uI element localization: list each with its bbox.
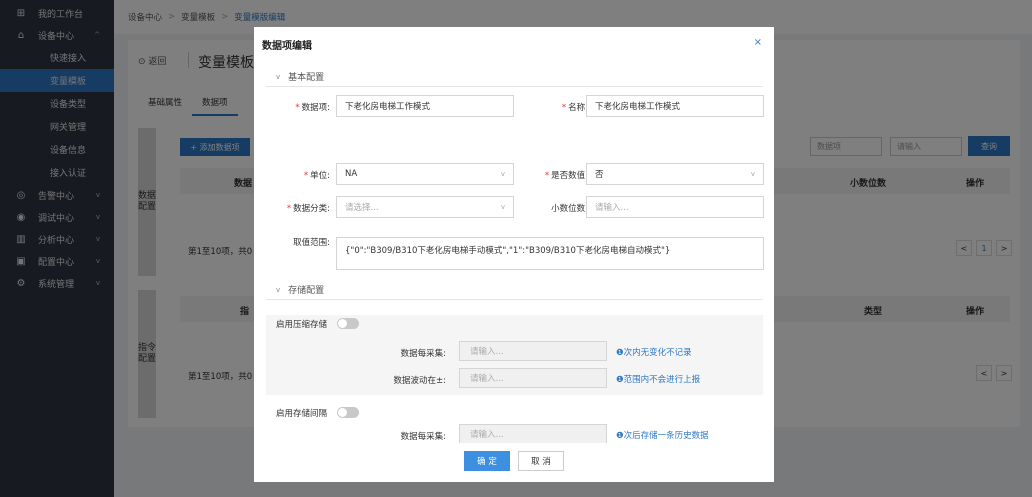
numeric-label: * 是否数值:	[544, 171, 588, 181]
compress-collect-hint: ❶次内无变化不记录	[616, 348, 692, 358]
compress-label: 启用压缩存储	[276, 320, 328, 330]
fluctuation-hint: ❶范围内不会进行上报	[616, 375, 701, 385]
chevron-down-icon: v	[276, 285, 281, 294]
app-root: ⊞ 我的工作台 ⌂ 设备中心 ^ 快速接入 变量模板 设备类型 网关管理 设备信…	[0, 0, 1032, 497]
section-storage-config[interactable]: v 存储配置	[266, 280, 763, 300]
chevron-down-icon: v	[276, 72, 281, 81]
name-input[interactable]: 下老化房电梯工作模式	[586, 95, 764, 117]
dialog-title: 数据项编辑	[262, 40, 312, 52]
range-label: 取值范围:	[293, 238, 330, 248]
item-label-text: 数据项:	[301, 103, 330, 113]
range-textarea[interactable]: {"0":"B309/B310下老化房电梯手动模式","1":"B309/B31…	[336, 237, 764, 270]
chevron-down-icon: v	[500, 170, 505, 178]
interval-collect-hint: ❶次后存储一条历史数据	[616, 431, 709, 441]
close-icon[interactable]: ×	[754, 37, 762, 48]
chevron-down-icon: v	[750, 170, 755, 178]
confirm-button[interactable]: 确 定	[464, 451, 510, 471]
category-placeholder: 请选择...	[345, 203, 379, 213]
interval-label: 启用存储间隔	[276, 409, 328, 419]
numeric-select[interactable]: 否v	[586, 163, 764, 185]
interval-toggle[interactable]	[337, 407, 359, 418]
unit-label: * 单位:	[303, 171, 330, 181]
section-title: 存储配置	[288, 286, 325, 296]
compress-collect-input[interactable]: 请输入...	[459, 341, 607, 361]
unit-label-text: 单位:	[310, 171, 330, 181]
name-label: * 名称:	[561, 103, 588, 113]
section-basic-config[interactable]: v 基本配置	[266, 67, 763, 87]
compress-toggle[interactable]	[337, 318, 359, 329]
unit-select[interactable]: NA v	[336, 163, 514, 185]
unit-value: NA	[345, 169, 358, 179]
numeric-value: 否	[595, 170, 604, 180]
category-label-text: 数据分类:	[293, 204, 330, 214]
decimal-input[interactable]: 请输入...	[586, 196, 764, 218]
cancel-button[interactable]: 取 消	[518, 451, 564, 471]
section-title: 基本配置	[288, 73, 325, 83]
dialog-body: v 基本配置 * 数据项: 下老化房电梯工作模式 * 名称: 下老化房电梯工作模式 …	[254, 61, 774, 443]
category-label: * 数据分类:	[286, 204, 330, 214]
interval-collect-input[interactable]: 请输入...	[459, 424, 607, 443]
numeric-label-text: 是否数值:	[551, 171, 588, 181]
item-label: * 数据项:	[295, 103, 330, 113]
data-item-edit-dialog: 数据项编辑 × v 基本配置 * 数据项: 下老化房电梯工作模式 * 名称: 下老化…	[254, 27, 774, 482]
interval-collect-label: 数据每采集:	[400, 432, 446, 442]
category-select[interactable]: 请选择... v	[336, 196, 514, 218]
fluctuation-input[interactable]: 请输入...	[459, 368, 607, 388]
fluctuation-label: 数据波动在±:	[393, 376, 447, 386]
decimal-label: 小数位数:	[551, 204, 588, 214]
compress-collect-label: 数据每采集:	[400, 349, 446, 359]
dialog-footer: 确 定 取 消	[254, 443, 774, 482]
chevron-down-icon: v	[500, 203, 505, 211]
item-input[interactable]: 下老化房电梯工作模式	[336, 95, 514, 117]
